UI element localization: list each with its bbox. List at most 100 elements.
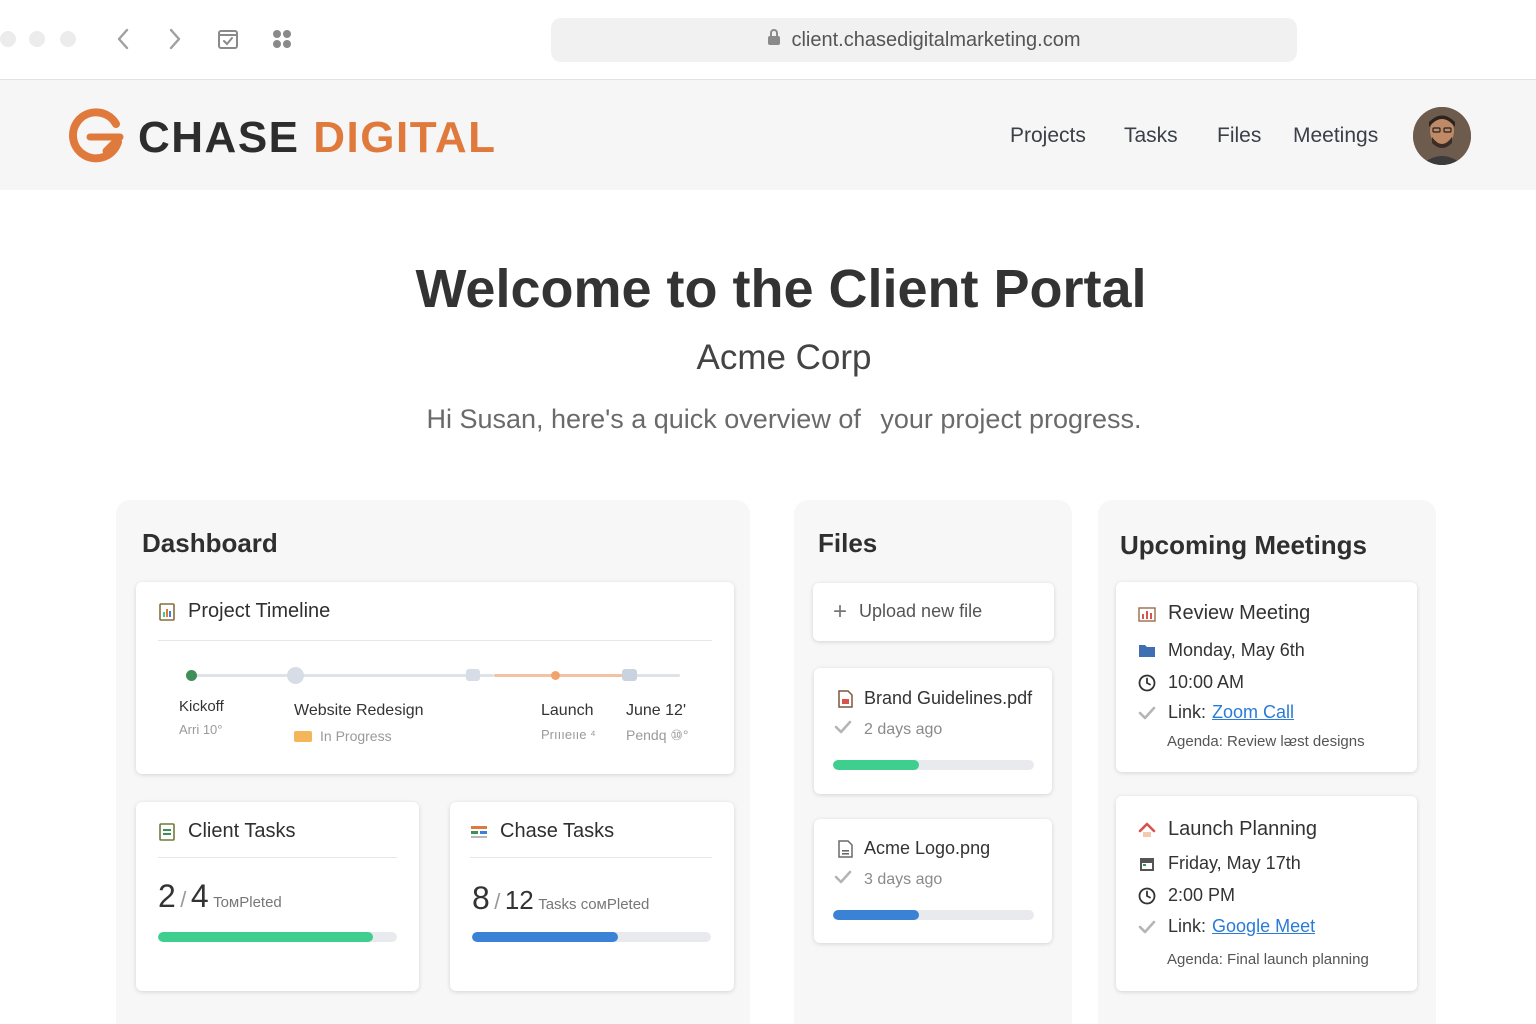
chase-tasks-sep: /	[494, 889, 501, 914]
timeline-track-upcoming	[494, 674, 630, 677]
milestone-june-label: June 12'	[626, 702, 686, 719]
address-bar[interactable]: client.chasedigitalmarketing.com	[551, 18, 1297, 62]
meeting-date: Monday, May 6th	[1168, 640, 1305, 660]
window-minimize-dot[interactable]	[29, 31, 45, 47]
file-card[interactable]: Acme Logo.png 3 days ago	[814, 819, 1052, 943]
meeting-time: 2:00 PM	[1168, 885, 1236, 905]
calendar-icon	[1138, 855, 1156, 873]
file-name: Brand Guidelines.pdf	[864, 688, 1033, 708]
meeting-title-row: Review Meeting	[1138, 602, 1310, 625]
chase-tasks-card[interactable]: Chase Tasks 8 / 12 Tasks coмPleted	[450, 802, 734, 991]
client-tasks-card[interactable]: Client Tasks 2 / 4 ToмPleted	[136, 802, 419, 991]
window-zoom-dot[interactable]	[60, 31, 76, 47]
meeting-agenda: Agenda: Review lᴂst designs	[1167, 733, 1365, 750]
milestone-launch-label: Launch	[541, 702, 594, 719]
greeting-text: Hi Susan, here's a quick overview of you…	[0, 404, 1536, 435]
file-name-row: Acme Logo.png	[836, 838, 990, 859]
client-tasks-divider	[158, 857, 397, 858]
upload-file-label: Upload new file	[859, 601, 983, 621]
nav-projects[interactable]: Projects	[1010, 124, 1086, 148]
file-meta-row: 2 days ago	[834, 720, 942, 739]
file-upload-progress-fill	[833, 760, 920, 770]
logo-mark-icon	[66, 106, 126, 169]
upload-file-button[interactable]: + Upload new file	[813, 583, 1054, 641]
chase-tasks-count: 8 / 12 Tasks coмPleted	[472, 880, 649, 917]
file-meta-row: 3 days ago	[834, 870, 942, 889]
client-name: Acme Corp	[696, 338, 872, 377]
chase-tasks-total: 12	[504, 885, 534, 915]
project-timeline-header: Project Timeline	[158, 600, 330, 623]
in-progress-icon	[294, 730, 312, 742]
window-close-dot[interactable]	[0, 31, 16, 47]
meeting-agenda: Agenda: Final launch planning	[1167, 951, 1369, 968]
meeting-card-review[interactable]: Review Meeting Monday, May 6th 10:00 AM …	[1116, 582, 1417, 772]
meetings-panel: Upcoming Meetings Review Meeting Monday,…	[1098, 500, 1436, 1024]
client-tasks-title: Client Tasks	[188, 820, 296, 842]
client-tasks-count: 2 / 4 ToмPleted	[158, 878, 282, 915]
page-title: Welcome to the Client Portal	[415, 259, 1147, 319]
document-chart-icon	[158, 602, 176, 621]
zoom-call-link[interactable]: Zoom Call	[1212, 702, 1294, 723]
lock-icon	[767, 28, 781, 52]
pdf-file-icon	[836, 689, 854, 708]
meeting-date-row: Friday, May 17th	[1138, 853, 1301, 874]
color-chart-icon	[470, 823, 488, 841]
meeting-date-row: Monday, May 6th	[1138, 640, 1305, 661]
milestone-marker-dot[interactable]	[466, 669, 480, 681]
chase-digital-logo[interactable]: CHASE DIGITAL	[66, 106, 496, 169]
files-title: Files	[818, 528, 878, 558]
chart-icon	[1138, 605, 1156, 623]
dashboard-panel: Dashboard Project Timeline Kickoff Arri …	[116, 500, 750, 1024]
chase-tasks-title: Chase Tasks	[500, 820, 615, 842]
dashboard-title: Dashboard	[142, 528, 278, 558]
file-upload-progress-fill	[833, 910, 920, 920]
project-timeline-card: Project Timeline Kickoff Arri 10° Websit…	[136, 582, 734, 774]
chase-tasks-progress-fill	[472, 932, 618, 942]
clock-icon	[1138, 674, 1156, 692]
image-file-icon	[836, 839, 854, 858]
check-icon	[1138, 704, 1156, 722]
google-meet-link[interactable]: Google Meet	[1212, 916, 1315, 937]
file-card[interactable]: Brand Guidelines.pdf 2 days ago	[814, 668, 1052, 794]
nav-meetings[interactable]: Meetings	[1293, 124, 1378, 148]
client-tasks-caption: ToмPleted	[213, 894, 282, 911]
check-icon	[834, 720, 852, 739]
user-avatar[interactable]	[1413, 107, 1471, 165]
meeting-link-row: Link: Google Meet	[1138, 916, 1315, 937]
milestone-kickoff-label: Kickoff	[179, 698, 224, 715]
meeting-time: 10:00 AM	[1168, 672, 1245, 692]
file-name: Acme Logo.png	[864, 838, 991, 858]
meeting-link-row: Link: Zoom Call	[1138, 702, 1294, 723]
file-uploaded-time: 3 days ago	[864, 870, 943, 888]
client-tasks-total: 4	[190, 878, 209, 914]
checkbox-calendar-icon[interactable]	[213, 24, 243, 54]
forward-icon[interactable]	[160, 24, 190, 54]
meeting-title-row: Launch Planning	[1138, 818, 1317, 841]
meeting-card-launch[interactable]: Launch Planning Friday, May 17th 2:00 PM…	[1116, 796, 1417, 991]
upload-file-content: + Upload new file	[833, 597, 983, 625]
timeline-divider	[158, 640, 712, 641]
nav-files[interactable]: Files	[1217, 124, 1261, 148]
milestone-kickoff-date: Arri 10°	[179, 722, 223, 737]
milestone-kickoff-dot[interactable]	[186, 670, 197, 681]
extensions-icon[interactable]	[267, 24, 297, 54]
timeline-track-complete	[192, 674, 494, 677]
nav-tasks[interactable]: Tasks	[1124, 124, 1178, 148]
file-upload-progress	[833, 910, 1034, 920]
back-icon[interactable]	[108, 24, 138, 54]
home-icon	[1138, 821, 1156, 839]
meeting-title: Launch Planning	[1168, 818, 1318, 840]
check-icon	[834, 870, 852, 889]
milestone-redesign-label: Website Redesign	[294, 702, 424, 719]
greeting-part-2: your project progress.	[880, 404, 1142, 434]
chase-tasks-divider	[470, 857, 712, 858]
logo-wordmark: CHASE DIGITAL	[138, 113, 496, 163]
file-name-row: Brand Guidelines.pdf	[836, 688, 1032, 709]
milestone-june-dot[interactable]	[622, 669, 637, 681]
meeting-link-prefix: Link:	[1168, 702, 1207, 722]
milestone-redesign-dot[interactable]	[287, 667, 304, 684]
plus-icon: +	[833, 597, 848, 625]
client-tasks-progress	[158, 932, 397, 942]
milestone-launch-dot[interactable]	[551, 671, 560, 680]
clock-icon	[1138, 887, 1156, 905]
